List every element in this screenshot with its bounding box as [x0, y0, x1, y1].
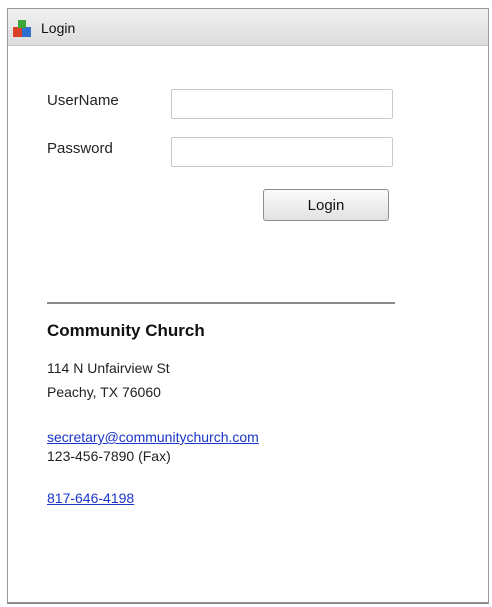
app-blocks-icon [12, 20, 32, 38]
login-button[interactable]: Login [263, 189, 389, 221]
title-bar: Login [8, 9, 488, 46]
password-label: Password [47, 140, 113, 157]
window-title: Login [41, 20, 76, 36]
fax-number: 123-456-7890 (Fax) [47, 448, 171, 464]
password-input[interactable] [171, 137, 393, 167]
divider [47, 302, 395, 304]
login-window: Login UserName Password Login Community … [7, 8, 489, 604]
username-label: UserName [47, 92, 119, 109]
address-line-2: Peachy, TX 76060 [47, 384, 161, 400]
phone-link[interactable]: 817-646-4198 [47, 490, 134, 506]
username-input[interactable] [171, 89, 393, 119]
email-link[interactable]: secretary@communitychurch.com [47, 429, 259, 445]
org-name: Community Church [47, 321, 205, 340]
address-line-1: 114 N Unfairview St [47, 360, 170, 376]
